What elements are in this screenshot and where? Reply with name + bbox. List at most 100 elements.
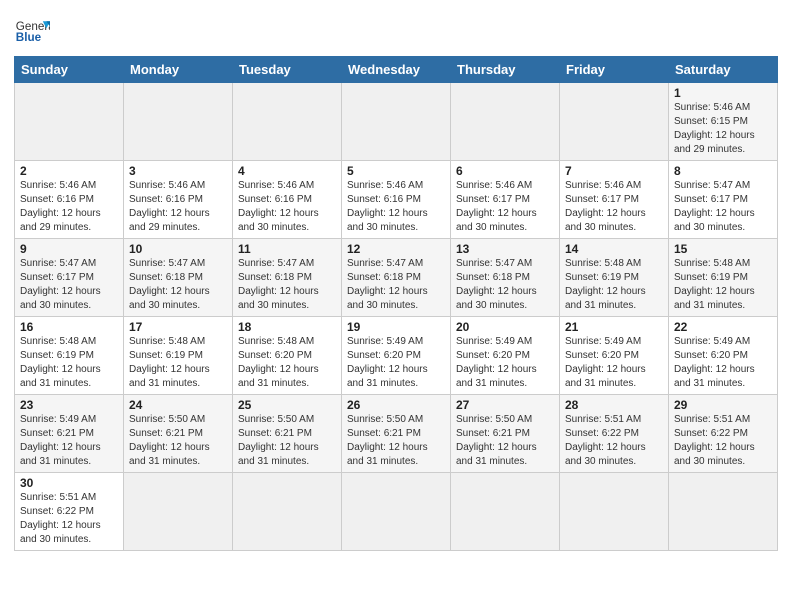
calendar-cell: 11Sunrise: 5:47 AMSunset: 6:18 PMDayligh… [233,239,342,317]
calendar-header-sunday: Sunday [15,57,124,83]
calendar-cell [560,83,669,161]
day-number: 22 [674,320,772,334]
day-info: Sunrise: 5:49 AMSunset: 6:20 PMDaylight:… [347,335,445,391]
calendar-cell: 27Sunrise: 5:50 AMSunset: 6:21 PMDayligh… [451,395,560,473]
calendar-cell [124,83,233,161]
calendar-header-thursday: Thursday [451,57,560,83]
day-number: 3 [129,164,227,178]
day-number: 5 [347,164,445,178]
calendar-header-monday: Monday [124,57,233,83]
calendar-cell: 29Sunrise: 5:51 AMSunset: 6:22 PMDayligh… [669,395,778,473]
calendar-header-saturday: Saturday [669,57,778,83]
day-info: Sunrise: 5:48 AMSunset: 6:19 PMDaylight:… [565,257,663,313]
day-info: Sunrise: 5:49 AMSunset: 6:20 PMDaylight:… [674,335,772,391]
day-info: Sunrise: 5:51 AMSunset: 6:22 PMDaylight:… [565,413,663,469]
day-info: Sunrise: 5:46 AMSunset: 6:16 PMDaylight:… [129,179,227,235]
day-number: 23 [20,398,118,412]
calendar-cell: 4Sunrise: 5:46 AMSunset: 6:16 PMDaylight… [233,161,342,239]
calendar-cell [124,473,233,551]
svg-text:Blue: Blue [16,31,42,44]
logo-icon: General Blue [14,14,50,50]
day-info: Sunrise: 5:46 AMSunset: 6:15 PMDaylight:… [674,101,772,157]
calendar-cell: 23Sunrise: 5:49 AMSunset: 6:21 PMDayligh… [15,395,124,473]
day-info: Sunrise: 5:51 AMSunset: 6:22 PMDaylight:… [20,491,118,547]
day-info: Sunrise: 5:50 AMSunset: 6:21 PMDaylight:… [129,413,227,469]
day-number: 26 [347,398,445,412]
day-number: 11 [238,242,336,256]
day-number: 18 [238,320,336,334]
calendar-cell [342,473,451,551]
calendar-cell: 28Sunrise: 5:51 AMSunset: 6:22 PMDayligh… [560,395,669,473]
logo: General Blue [14,14,50,50]
calendar-cell: 1Sunrise: 5:46 AMSunset: 6:15 PMDaylight… [669,83,778,161]
day-number: 8 [674,164,772,178]
day-number: 19 [347,320,445,334]
calendar-cell: 19Sunrise: 5:49 AMSunset: 6:20 PMDayligh… [342,317,451,395]
calendar-cell: 22Sunrise: 5:49 AMSunset: 6:20 PMDayligh… [669,317,778,395]
day-info: Sunrise: 5:47 AMSunset: 6:18 PMDaylight:… [238,257,336,313]
calendar-cell [15,83,124,161]
day-number: 12 [347,242,445,256]
day-number: 21 [565,320,663,334]
calendar-cell [342,83,451,161]
calendar-week-row: 2Sunrise: 5:46 AMSunset: 6:16 PMDaylight… [15,161,778,239]
day-info: Sunrise: 5:47 AMSunset: 6:18 PMDaylight:… [456,257,554,313]
calendar-header-wednesday: Wednesday [342,57,451,83]
header: General Blue [14,10,778,50]
calendar-cell: 30Sunrise: 5:51 AMSunset: 6:22 PMDayligh… [15,473,124,551]
day-number: 14 [565,242,663,256]
day-info: Sunrise: 5:50 AMSunset: 6:21 PMDaylight:… [238,413,336,469]
calendar-cell [233,83,342,161]
calendar-cell: 3Sunrise: 5:46 AMSunset: 6:16 PMDaylight… [124,161,233,239]
calendar-cell: 6Sunrise: 5:46 AMSunset: 6:17 PMDaylight… [451,161,560,239]
day-info: Sunrise: 5:48 AMSunset: 6:19 PMDaylight:… [129,335,227,391]
calendar-week-row: 23Sunrise: 5:49 AMSunset: 6:21 PMDayligh… [15,395,778,473]
day-info: Sunrise: 5:48 AMSunset: 6:19 PMDaylight:… [674,257,772,313]
day-info: Sunrise: 5:48 AMSunset: 6:20 PMDaylight:… [238,335,336,391]
day-number: 7 [565,164,663,178]
day-number: 20 [456,320,554,334]
day-info: Sunrise: 5:47 AMSunset: 6:18 PMDaylight:… [129,257,227,313]
calendar-cell: 16Sunrise: 5:48 AMSunset: 6:19 PMDayligh… [15,317,124,395]
day-number: 13 [456,242,554,256]
calendar-cell: 25Sunrise: 5:50 AMSunset: 6:21 PMDayligh… [233,395,342,473]
day-number: 29 [674,398,772,412]
day-info: Sunrise: 5:50 AMSunset: 6:21 PMDaylight:… [347,413,445,469]
day-info: Sunrise: 5:46 AMSunset: 6:16 PMDaylight:… [20,179,118,235]
day-info: Sunrise: 5:46 AMSunset: 6:17 PMDaylight:… [565,179,663,235]
calendar-cell: 17Sunrise: 5:48 AMSunset: 6:19 PMDayligh… [124,317,233,395]
day-info: Sunrise: 5:49 AMSunset: 6:20 PMDaylight:… [565,335,663,391]
day-info: Sunrise: 5:50 AMSunset: 6:21 PMDaylight:… [456,413,554,469]
day-number: 1 [674,86,772,100]
calendar: SundayMondayTuesdayWednesdayThursdayFrid… [14,56,778,551]
calendar-week-row: 30Sunrise: 5:51 AMSunset: 6:22 PMDayligh… [15,473,778,551]
day-info: Sunrise: 5:49 AMSunset: 6:21 PMDaylight:… [20,413,118,469]
day-number: 15 [674,242,772,256]
day-info: Sunrise: 5:46 AMSunset: 6:16 PMDaylight:… [238,179,336,235]
day-number: 16 [20,320,118,334]
calendar-cell: 18Sunrise: 5:48 AMSunset: 6:20 PMDayligh… [233,317,342,395]
calendar-cell: 15Sunrise: 5:48 AMSunset: 6:19 PMDayligh… [669,239,778,317]
day-info: Sunrise: 5:51 AMSunset: 6:22 PMDaylight:… [674,413,772,469]
day-number: 25 [238,398,336,412]
calendar-cell: 9Sunrise: 5:47 AMSunset: 6:17 PMDaylight… [15,239,124,317]
calendar-cell: 24Sunrise: 5:50 AMSunset: 6:21 PMDayligh… [124,395,233,473]
day-number: 4 [238,164,336,178]
day-number: 30 [20,476,118,490]
calendar-header-friday: Friday [560,57,669,83]
calendar-cell: 13Sunrise: 5:47 AMSunset: 6:18 PMDayligh… [451,239,560,317]
calendar-cell: 5Sunrise: 5:46 AMSunset: 6:16 PMDaylight… [342,161,451,239]
calendar-cell: 2Sunrise: 5:46 AMSunset: 6:16 PMDaylight… [15,161,124,239]
calendar-cell [560,473,669,551]
calendar-week-row: 9Sunrise: 5:47 AMSunset: 6:17 PMDaylight… [15,239,778,317]
day-number: 28 [565,398,663,412]
calendar-cell: 20Sunrise: 5:49 AMSunset: 6:20 PMDayligh… [451,317,560,395]
calendar-cell [451,473,560,551]
calendar-cell: 14Sunrise: 5:48 AMSunset: 6:19 PMDayligh… [560,239,669,317]
day-number: 2 [20,164,118,178]
calendar-header-tuesday: Tuesday [233,57,342,83]
calendar-cell: 7Sunrise: 5:46 AMSunset: 6:17 PMDaylight… [560,161,669,239]
day-number: 17 [129,320,227,334]
calendar-cell: 21Sunrise: 5:49 AMSunset: 6:20 PMDayligh… [560,317,669,395]
day-info: Sunrise: 5:47 AMSunset: 6:17 PMDaylight:… [20,257,118,313]
